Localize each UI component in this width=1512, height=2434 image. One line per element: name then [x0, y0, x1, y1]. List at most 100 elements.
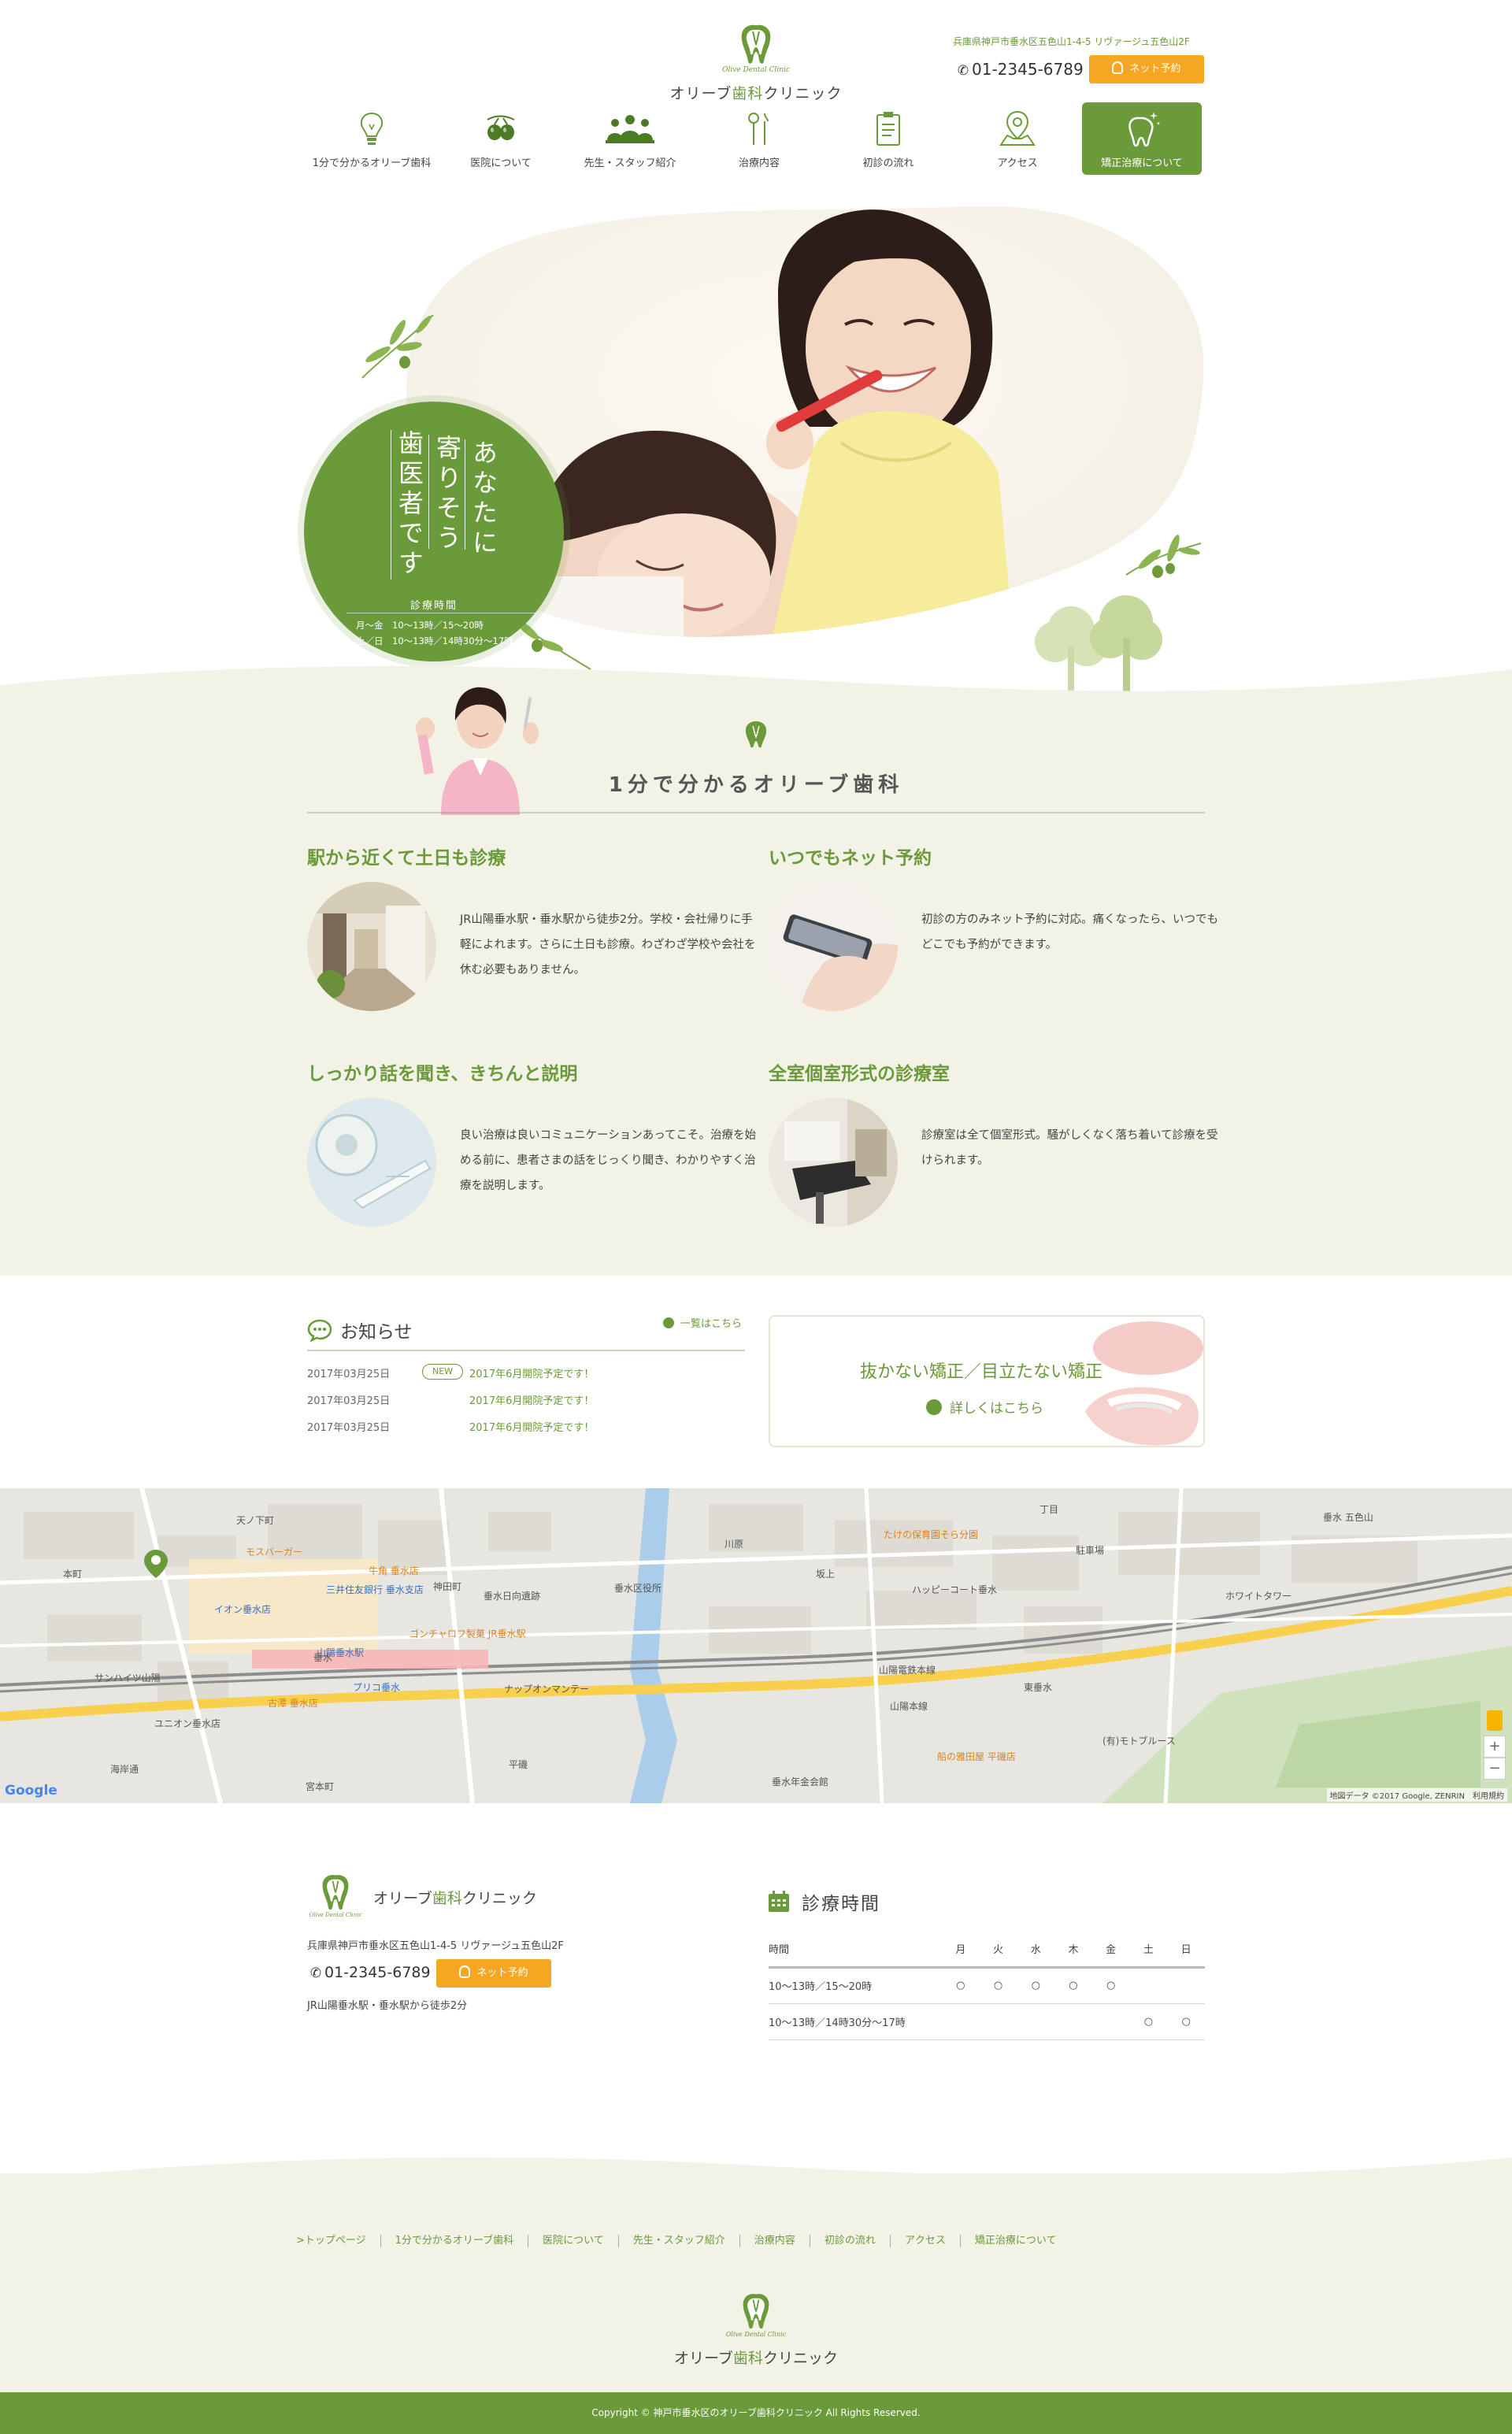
dental-tools-icon	[748, 113, 769, 145]
phone-icon: ✆	[957, 63, 969, 79]
map-label: ユニオン垂水店	[154, 1718, 221, 1729]
hero-hours-weekday: 月～金 10～13時／15～20時	[356, 620, 484, 631]
hours-col-tue: 火	[993, 1943, 1004, 1956]
footer-address: 兵庫県神戸市垂水区五色山1-4-5 リヴァージュ五色山2F	[307, 1940, 564, 1952]
footer-reserve-label: ネット予約	[476, 1967, 528, 1979]
map-label: 三井住友銀行 垂水支店	[326, 1584, 424, 1595]
footer-reserve-button[interactable]: ネット予約	[436, 1959, 551, 1988]
feature-2-photo	[769, 882, 898, 1011]
clinic-name[interactable]: オリーブ歯科クリニック	[646, 82, 866, 103]
news-more-label: 一覧はこちら	[680, 1318, 743, 1330]
mouse-icon	[1112, 61, 1124, 74]
map-label: 古潭 垂水店	[268, 1698, 318, 1709]
olive-branch-left	[361, 314, 434, 379]
footer-nav-treatment[interactable]: 治療内容	[739, 2235, 810, 2247]
site-header: Olive Dental Clinic オリーブ歯科クリニック 兵庫県神戸市垂水…	[0, 0, 1512, 189]
feature-4-text: 診療室は全て個室形式。騒がしくなく落ち着いて診療を受けられます。	[921, 1129, 1218, 1167]
olive-branch-right	[1125, 534, 1202, 578]
footer-nav-staff[interactable]: 先生・スタッフ紹介	[617, 2235, 739, 2247]
header-phone[interactable]: ✆ 01-2345-6789	[954, 60, 1084, 79]
pegman-icon[interactable]	[1487, 1710, 1503, 1731]
footer-nav-first-visit[interactable]: 初診の流れ	[809, 2235, 890, 2247]
staff-icon	[606, 115, 654, 143]
footer-nav-home[interactable]: >トップページ	[296, 2235, 380, 2247]
intro-title: 1分で分かるオリーブ歯科	[608, 773, 904, 797]
hours-cell: ○	[956, 1980, 965, 1991]
hours-cell	[1130, 1967, 1168, 2003]
news-divider	[307, 1350, 745, 1351]
logo-subtitle: Olive Dental Clinic	[725, 2331, 787, 2338]
map-label: 神田町	[433, 1581, 462, 1592]
hours-col-sun: 日	[1180, 1943, 1191, 1956]
map-attribution[interactable]: 地図データ ©2017 Google, ZENRIN 利用規約	[1326, 1788, 1507, 1802]
map-zoom-out-button[interactable]: −	[1484, 1758, 1506, 1780]
map-label: 平磯	[509, 1759, 528, 1770]
hours-cell	[1167, 1967, 1205, 2003]
hours-cell	[980, 2003, 1017, 2039]
footer-nav-intro[interactable]: 1分で分かるオリーブ歯科	[380, 2235, 528, 2247]
map-label: モスバーガー	[246, 1547, 303, 1558]
hours-col-sat: 土	[1143, 1943, 1154, 1956]
clinic-name-a: オリーブ	[373, 1890, 432, 1907]
map-label: 山陽垂水駅	[317, 1647, 365, 1658]
hours-cell	[1017, 2003, 1054, 2039]
header-address: 兵庫県神戸市垂水区五色山1-4-5 リヴァージュ五色山2F	[953, 36, 1190, 47]
clinic-name-b: 歯科	[432, 1890, 462, 1907]
clinic-name-a: オリーブ	[669, 85, 732, 102]
hours-table: 時間 月 火 水 木 金 土 日 10～13時／15～20時 ○ ○ ○ ○ ○…	[769, 1931, 1205, 2040]
hero-hours-weekend: 土／日 10～13時／14時30分～17時	[356, 635, 513, 646]
news-link[interactable]: 2017年6月開院予定です！	[469, 1419, 594, 1434]
access-map[interactable]: 天ノ下町 モスバーガー イオン垂水店 三井住友銀行 垂水支店 牛角 垂水店 神田…	[0, 1488, 1512, 1803]
footer-nav-access[interactable]: アクセス	[889, 2235, 960, 2247]
news-row: 2017年03月25日 2017年6月開院予定です！	[307, 1386, 745, 1413]
clinic-name-b: 歯科	[732, 85, 764, 102]
feature-1-title: 駅から近くて土日も診療	[307, 848, 506, 869]
section-wave	[0, 666, 1512, 709]
map-label: 川原	[724, 1539, 744, 1550]
hours-cell	[1054, 2003, 1092, 2039]
tooth-logo-icon[interactable]	[739, 2290, 773, 2331]
feature-4-title: 全室個室形式の診療室	[769, 1064, 950, 1084]
news-link[interactable]: 2017年6月開院予定です！	[469, 1365, 594, 1380]
arrow-circle-icon	[663, 1317, 674, 1328]
hours-col-thu: 木	[1068, 1943, 1079, 1956]
nav-item-staff[interactable]: 先生・スタッフ紹介	[570, 102, 690, 175]
footer-phone-number: 01-2345-6789	[324, 1964, 431, 1981]
hours-cell: ○	[1181, 2015, 1191, 2028]
orthodontics-banner[interactable]: 抜かない矯正／目立たない矯正 詳しくはこちら	[769, 1315, 1205, 1447]
map-label: 垂水日向遺跡	[484, 1591, 541, 1602]
map-label: 山陽電鉄本線	[879, 1665, 936, 1676]
clinic-name-a: オリーブ	[674, 2350, 733, 2367]
news-new-badge: NEW	[422, 1364, 463, 1380]
footer-nav-orthodontics[interactable]: 矯正治療について	[959, 2235, 1071, 2247]
header-reserve-button[interactable]: ネット予約	[1089, 55, 1204, 83]
clinic-name-b: 歯科	[732, 2350, 763, 2367]
clinic-name: オリーブ歯科クリニック	[373, 1887, 537, 1908]
map-label: ナップオンマンテー	[504, 1684, 590, 1695]
nav-label-treatment: 治療内容	[738, 157, 780, 169]
nav-item-first-visit[interactable]: 初診の流れ	[828, 102, 948, 175]
tooth-logo-icon[interactable]	[318, 1871, 353, 1912]
feature-3-text: 良い治療は良いコミュニケーションあってこそ。治療を始める前に、患者さまの話をじっ…	[460, 1129, 756, 1192]
news-date: 2017年03月25日	[307, 1422, 391, 1434]
nav-item-treatment[interactable]: 治療内容	[699, 102, 819, 175]
map-label: (有)モトブルース	[1102, 1736, 1176, 1747]
banner-title: 抜かない矯正／目立たない矯正	[860, 1362, 1103, 1382]
nav-item-access[interactable]: アクセス	[958, 102, 1077, 175]
footer-nav-about[interactable]: 医院について	[528, 2235, 618, 2247]
footer-phone[interactable]: ✆ 01-2345-6789	[307, 1964, 431, 1981]
nav-item-orthodontics[interactable]: 矯正治療について	[1082, 102, 1202, 175]
map-zoom-in-button[interactable]: +	[1484, 1736, 1506, 1758]
clinic-name: オリーブ歯科クリニック	[646, 2347, 866, 2368]
hours-cell	[942, 2003, 980, 2039]
map-label: ゴンチャロフ製菓 JR垂水駅	[410, 1628, 526, 1639]
hours-cell-time: 10～13時／14時30分～17時	[769, 2017, 906, 2029]
map-label: 丁目	[1040, 1504, 1059, 1515]
map-label: 海岸通	[110, 1764, 139, 1775]
nav-item-about[interactable]: 医院について	[441, 102, 561, 175]
news-link[interactable]: 2017年6月開院予定です！	[469, 1392, 594, 1407]
nav-item-intro[interactable]: 1分で分かるオリーブ歯科	[312, 102, 432, 175]
news-more-link[interactable]: 一覧はこちら	[663, 1315, 742, 1330]
banner-link-label: 詳しくはこちら	[950, 1401, 1043, 1417]
tooth-logo-icon[interactable]	[737, 20, 775, 66]
